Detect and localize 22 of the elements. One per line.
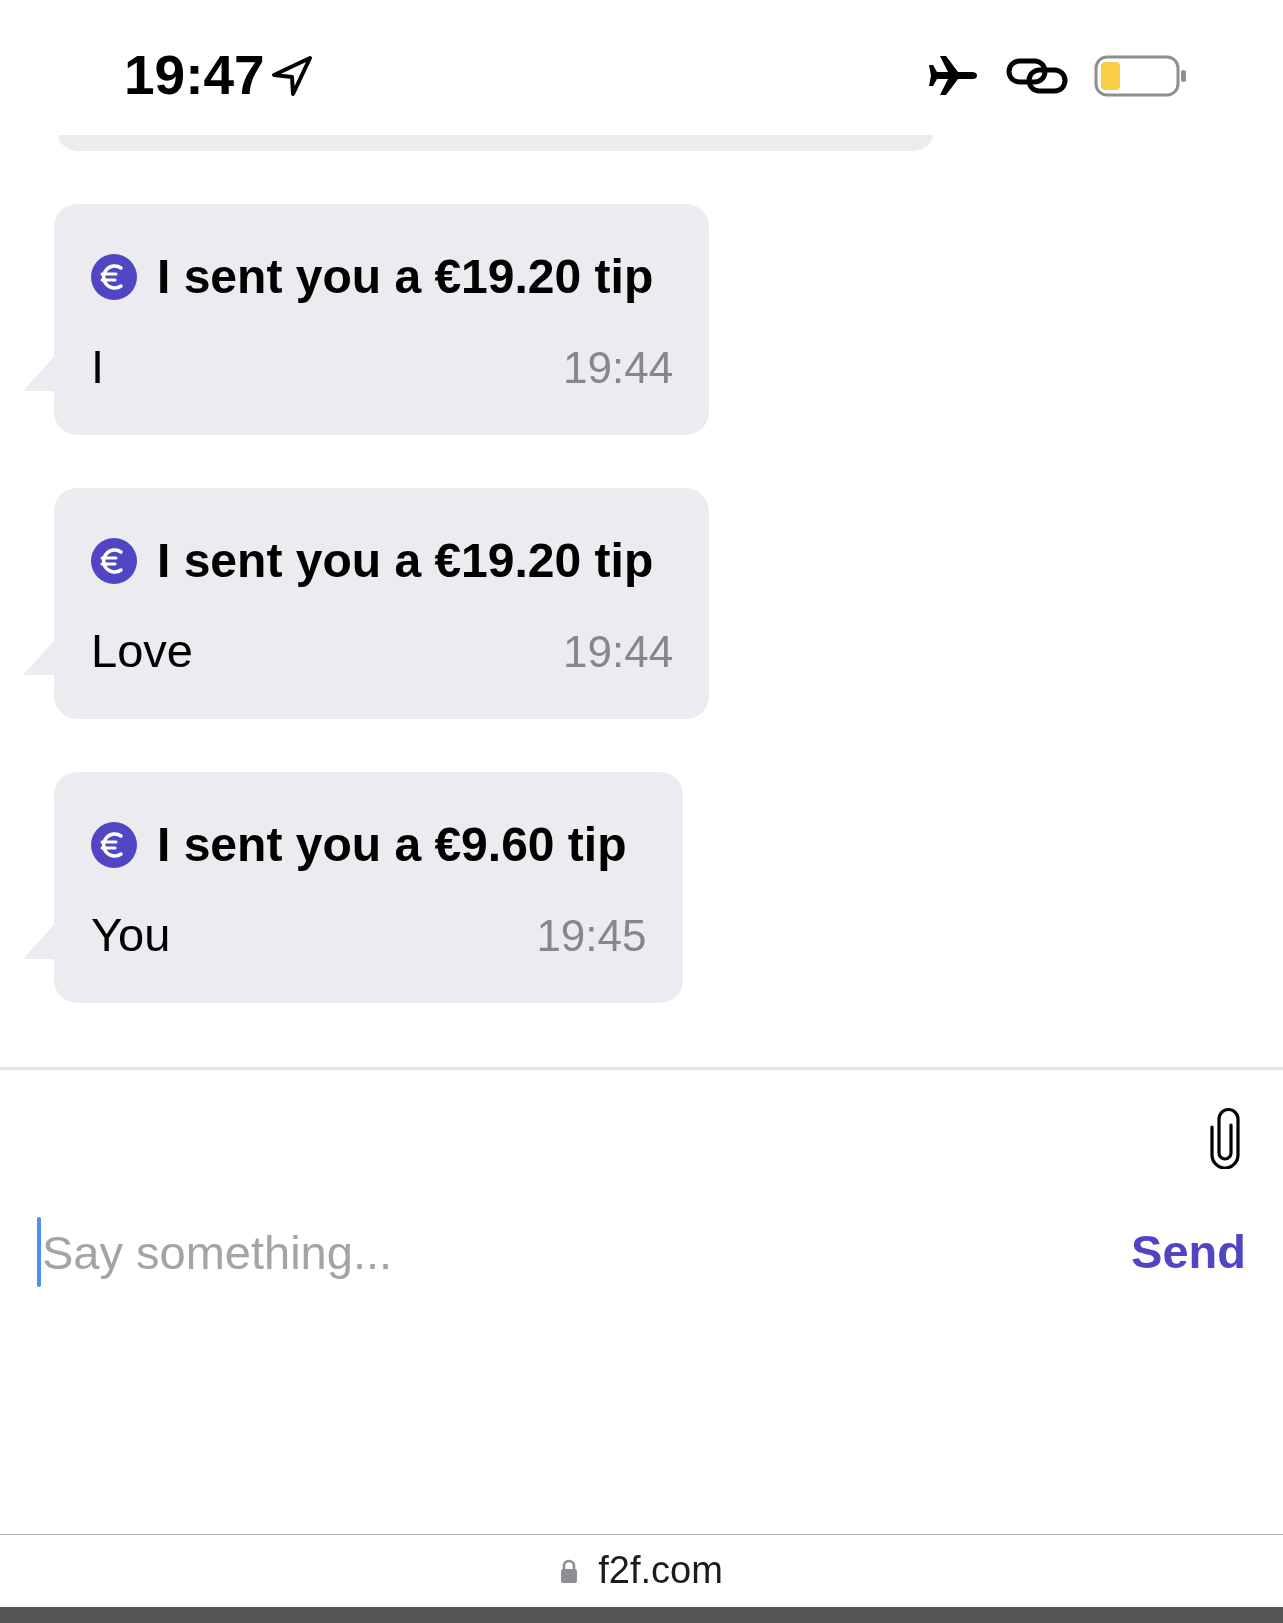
send-button[interactable]: Send xyxy=(1131,1223,1246,1281)
message-text: You xyxy=(91,906,171,963)
airplane-icon xyxy=(928,55,978,96)
message-time: 19:45 xyxy=(536,909,647,962)
message-text: Love xyxy=(91,622,193,679)
lock-icon xyxy=(560,1558,579,1584)
message-time: 19:44 xyxy=(563,625,674,678)
url-text[interactable]: f2f.com xyxy=(598,1548,723,1594)
status-time: 19:47 xyxy=(124,48,265,103)
location-arrow-icon xyxy=(270,54,313,97)
message-input[interactable]: Say something... xyxy=(41,1222,1132,1282)
euro-coin-icon xyxy=(91,537,137,584)
message-time: 19:44 xyxy=(563,341,674,394)
paperclip-icon[interactable] xyxy=(1208,1107,1242,1169)
battery-icon xyxy=(1094,54,1187,97)
euro-coin-icon xyxy=(91,253,137,300)
tip-title: I sent you a €19.20 tip xyxy=(157,533,654,589)
tip-title: I sent you a €9.60 tip xyxy=(157,816,627,873)
euro-coin-icon xyxy=(91,821,137,868)
tip-title: I sent you a €19.20 tip xyxy=(157,249,654,305)
link-icon xyxy=(1006,57,1068,94)
message-text: I xyxy=(91,338,105,395)
